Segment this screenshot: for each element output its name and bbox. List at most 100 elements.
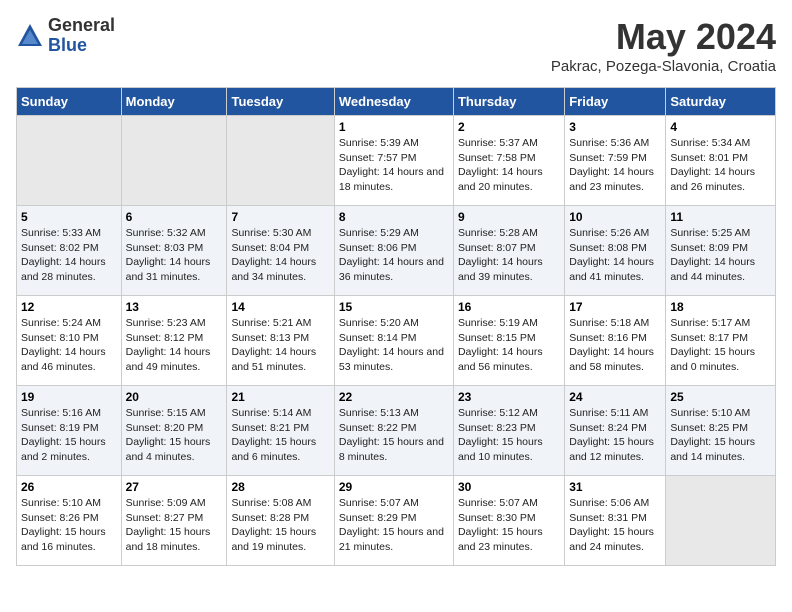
day-detail: Sunrise: 5:12 AMSunset: 8:23 PMDaylight:… [458,406,560,465]
location-subtitle: Pakrac, Pozega-Slavonia, Croatia [551,58,776,75]
day-detail: Sunrise: 5:25 AMSunset: 8:09 PMDaylight:… [670,226,771,285]
day-detail: Sunrise: 5:07 AMSunset: 8:29 PMDaylight:… [339,496,449,555]
calendar-cell: 7 Sunrise: 5:30 AMSunset: 8:04 PMDaylight… [227,206,334,296]
day-header-saturday: Saturday [666,88,776,116]
day-number: 24 [569,390,661,404]
day-header-tuesday: Tuesday [227,88,334,116]
calendar-cell [17,116,122,206]
day-detail: Sunrise: 5:19 AMSunset: 8:15 PMDaylight:… [458,316,560,375]
calendar-cell: 3Sunrise: 5:36 AMSunset: 7:59 PMDaylight… [565,116,666,206]
logo-text: General Blue [48,16,115,56]
week-row-1: 1Sunrise: 5:39 AMSunset: 7:57 PMDaylight… [17,116,776,206]
calendar-cell: 11 Sunrise: 5:25 AMSunset: 8:09 PMDayligh… [666,206,776,296]
day-number: 23 [458,390,560,404]
day-detail: Sunrise: 5:18 AMSunset: 8:16 PMDaylight:… [569,316,661,375]
calendar-cell [227,116,334,206]
week-row-5: 26Sunrise: 5:10 AMSunset: 8:26 PMDayligh… [17,476,776,566]
day-detail: Sunrise: 5:14 AMSunset: 8:21 PMDaylight:… [231,406,329,465]
calendar-cell: 8 Sunrise: 5:29 AMSunset: 8:06 PMDaylight… [334,206,453,296]
calendar-cell: 20 Sunrise: 5:15 AMSunset: 8:20 PMDayligh… [121,386,227,476]
calendar-cell: 17 Sunrise: 5:18 AMSunset: 8:16 PMDayligh… [565,296,666,386]
day-number: 22 [339,390,449,404]
title-block: May 2024 Pakrac, Pozega-Slavonia, Croati… [551,16,776,75]
day-number: 10 [569,210,661,224]
day-header-monday: Monday [121,88,227,116]
day-number: 14 [231,300,329,314]
calendar-cell: 12 Sunrise: 5:24 AMSunset: 8:10 PMDayligh… [17,296,122,386]
week-row-3: 12 Sunrise: 5:24 AMSunset: 8:10 PMDayligh… [17,296,776,386]
days-header-row: SundayMondayTuesdayWednesdayThursdayFrid… [17,88,776,116]
day-detail: Sunrise: 5:29 AMSunset: 8:06 PMDaylight:… [339,226,449,285]
main-title: May 2024 [551,16,776,58]
calendar-cell: 15 Sunrise: 5:20 AMSunset: 8:14 PMDayligh… [334,296,453,386]
day-detail: Sunrise: 5:37 AMSunset: 7:58 PMDaylight:… [458,136,560,195]
calendar-cell: 25Sunrise: 5:10 AMSunset: 8:25 PMDayligh… [666,386,776,476]
day-number: 5 [21,210,117,224]
day-number: 2 [458,120,560,134]
day-number: 31 [569,480,661,494]
day-detail: Sunrise: 5:34 AMSunset: 8:01 PMDaylight:… [670,136,771,195]
logo: General Blue [16,16,115,56]
calendar-cell: 30Sunrise: 5:07 AMSunset: 8:30 PMDayligh… [453,476,564,566]
day-detail: Sunrise: 5:30 AMSunset: 8:04 PMDaylight:… [231,226,329,285]
day-number: 8 [339,210,449,224]
calendar-cell: 31Sunrise: 5:06 AMSunset: 8:31 PMDayligh… [565,476,666,566]
day-detail: Sunrise: 5:07 AMSunset: 8:30 PMDaylight:… [458,496,560,555]
day-detail: Sunrise: 5:08 AMSunset: 8:28 PMDaylight:… [231,496,329,555]
day-number: 13 [126,300,223,314]
calendar-cell: 29Sunrise: 5:07 AMSunset: 8:29 PMDayligh… [334,476,453,566]
calendar-cell: 18 Sunrise: 5:17 AMSunset: 8:17 PMDayligh… [666,296,776,386]
day-header-sunday: Sunday [17,88,122,116]
day-number: 17 [569,300,661,314]
day-number: 27 [126,480,223,494]
day-number: 4 [670,120,771,134]
day-detail: Sunrise: 5:09 AMSunset: 8:27 PMDaylight:… [126,496,223,555]
day-detail: Sunrise: 5:15 AMSunset: 8:20 PMDaylight:… [126,406,223,465]
day-number: 15 [339,300,449,314]
day-number: 9 [458,210,560,224]
day-number: 11 [670,210,771,224]
day-detail: Sunrise: 5:32 AMSunset: 8:03 PMDaylight:… [126,226,223,285]
calendar-cell: 13 Sunrise: 5:23 AMSunset: 8:12 PMDayligh… [121,296,227,386]
day-detail: Sunrise: 5:17 AMSunset: 8:17 PMDaylight:… [670,316,771,375]
week-row-2: 5 Sunrise: 5:33 AMSunset: 8:02 PMDaylight… [17,206,776,296]
calendar-cell: 5 Sunrise: 5:33 AMSunset: 8:02 PMDaylight… [17,206,122,296]
calendar-cell [121,116,227,206]
day-detail: Sunrise: 5:21 AMSunset: 8:13 PMDaylight:… [231,316,329,375]
logo-general-text: General [48,16,115,36]
week-row-4: 19Sunrise: 5:16 AMSunset: 8:19 PMDayligh… [17,386,776,476]
day-number: 1 [339,120,449,134]
day-detail: Sunrise: 5:11 AMSunset: 8:24 PMDaylight:… [569,406,661,465]
calendar-cell: 14 Sunrise: 5:21 AMSunset: 8:13 PMDayligh… [227,296,334,386]
day-number: 20 [126,390,223,404]
day-detail: Sunrise: 5:36 AMSunset: 7:59 PMDaylight:… [569,136,661,195]
logo-blue-text: Blue [48,36,115,56]
day-detail: Sunrise: 5:13 AMSunset: 8:22 PMDaylight:… [339,406,449,465]
day-header-wednesday: Wednesday [334,88,453,116]
calendar-cell: 21 Sunrise: 5:14 AMSunset: 8:21 PMDayligh… [227,386,334,476]
day-header-thursday: Thursday [453,88,564,116]
calendar-cell: 23 Sunrise: 5:12 AMSunset: 8:23 PMDayligh… [453,386,564,476]
calendar-cell: 16Sunrise: 5:19 AMSunset: 8:15 PMDayligh… [453,296,564,386]
day-number: 7 [231,210,329,224]
day-number: 28 [231,480,329,494]
day-number: 26 [21,480,117,494]
calendar-cell: 4 Sunrise: 5:34 AMSunset: 8:01 PMDaylight… [666,116,776,206]
page-header: General Blue May 2024 Pakrac, Pozega-Sla… [16,16,776,75]
day-detail: Sunrise: 5:24 AMSunset: 8:10 PMDaylight:… [21,316,117,375]
day-detail: Sunrise: 5:26 AMSunset: 8:08 PMDaylight:… [569,226,661,285]
day-number: 18 [670,300,771,314]
logo-icon [16,22,44,50]
day-number: 25 [670,390,771,404]
day-detail: Sunrise: 5:16 AMSunset: 8:19 PMDaylight:… [21,406,117,465]
day-number: 21 [231,390,329,404]
day-detail: Sunrise: 5:23 AMSunset: 8:12 PMDaylight:… [126,316,223,375]
day-detail: Sunrise: 5:28 AMSunset: 8:07 PMDaylight:… [458,226,560,285]
day-detail: Sunrise: 5:33 AMSunset: 8:02 PMDaylight:… [21,226,117,285]
day-detail: Sunrise: 5:20 AMSunset: 8:14 PMDaylight:… [339,316,449,375]
calendar-cell: 6 Sunrise: 5:32 AMSunset: 8:03 PMDaylight… [121,206,227,296]
calendar-cell: 26Sunrise: 5:10 AMSunset: 8:26 PMDayligh… [17,476,122,566]
day-number: 12 [21,300,117,314]
day-number: 6 [126,210,223,224]
calendar-cell [666,476,776,566]
